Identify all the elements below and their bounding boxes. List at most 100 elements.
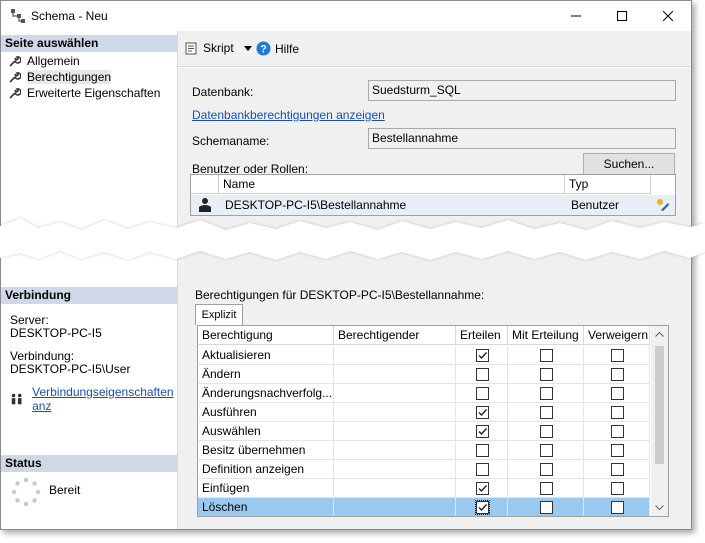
search-button[interactable]: Suchen... xyxy=(583,153,675,176)
grant-checkbox-cell xyxy=(456,498,508,516)
grant-checkbox[interactable] xyxy=(476,444,489,457)
help-button[interactable]: ? Hilfe xyxy=(256,41,299,56)
tab-explicit[interactable]: Explizit xyxy=(195,304,243,325)
script-label: Skript xyxy=(203,41,234,55)
grant-checkbox[interactable] xyxy=(476,368,489,381)
grant-checkbox-cell xyxy=(456,346,508,365)
with-grant-checkbox-cell xyxy=(508,498,584,516)
deny-checkbox[interactable] xyxy=(611,463,624,476)
deny-checkbox[interactable] xyxy=(611,482,624,495)
deny-checkbox[interactable] xyxy=(611,444,624,457)
table-row[interactable]: Definition anzeigen xyxy=(198,460,650,479)
with-grant-checkbox[interactable] xyxy=(540,463,553,476)
deny-checkbox-cell xyxy=(584,479,650,498)
minimize-button[interactable] xyxy=(553,1,599,31)
with-grant-checkbox[interactable] xyxy=(540,444,553,457)
close-icon xyxy=(663,11,673,21)
with-grant-checkbox[interactable] xyxy=(540,482,553,495)
users-grid: Name Typ DESKTOP-PC-I5\Bestellannahme Be… xyxy=(190,174,676,216)
grant-checkbox[interactable] xyxy=(476,482,489,495)
table-row[interactable]: Auswählen xyxy=(198,422,650,441)
permissions-grid: Berechtigung Berechtigender Erteilen Mit… xyxy=(197,325,669,517)
deny-checkbox-cell xyxy=(584,384,650,403)
grant-checkbox[interactable] xyxy=(475,500,490,515)
table-row[interactable]: Besitz übernehmen xyxy=(198,441,650,460)
page-general-label: Allgemein xyxy=(27,54,80,68)
with-grant-checkbox[interactable] xyxy=(540,387,553,400)
connection-properties-link[interactable]: Verbindungseigenschaften anz xyxy=(32,385,177,413)
users-col-name[interactable]: Name xyxy=(219,175,565,194)
progress-spinner-icon xyxy=(11,477,41,507)
permission-name-cell: Einfügen xyxy=(198,479,334,498)
perm-col-permission[interactable]: Berechtigung xyxy=(198,326,334,345)
chevron-up-icon xyxy=(655,332,664,337)
maximize-button[interactable] xyxy=(599,1,645,31)
page-permissions-label: Berechtigungen xyxy=(27,70,112,84)
schema-name-field[interactable]: Bestellannahme xyxy=(368,128,676,149)
scroll-up-button[interactable] xyxy=(651,326,668,343)
grant-checkbox[interactable] xyxy=(476,349,489,362)
grant-checkbox-cell xyxy=(456,479,508,498)
deny-checkbox[interactable] xyxy=(611,368,624,381)
db-permissions-link[interactable]: Datenbankberechtigungen anzeigen xyxy=(192,108,385,122)
wrench-icon xyxy=(9,72,21,83)
perm-col-with-grant[interactable]: Mit Erteilung xyxy=(508,326,584,345)
database-field: Suedsturm_SQL xyxy=(368,80,676,101)
deny-checkbox[interactable] xyxy=(611,387,624,400)
perm-col-grantor[interactable]: Berechtigender xyxy=(334,326,456,345)
deny-checkbox-cell xyxy=(584,422,650,441)
with-grant-checkbox[interactable] xyxy=(540,425,553,438)
table-row[interactable]: Ändern xyxy=(198,365,650,384)
deny-checkbox-cell xyxy=(584,441,650,460)
page-extended-properties[interactable]: Erweiterte Eigenschaften xyxy=(9,85,160,101)
maximize-icon xyxy=(617,11,627,21)
with-grant-checkbox-cell xyxy=(508,422,584,441)
table-row[interactable]: Löschen xyxy=(198,498,650,516)
table-row[interactable]: Aktualisieren xyxy=(198,346,650,365)
scroll-thumb[interactable] xyxy=(655,346,664,464)
with-grant-checkbox-cell xyxy=(508,346,584,365)
with-grant-checkbox[interactable] xyxy=(540,501,553,514)
connection-properties-row[interactable]: Verbindungseigenschaften anz xyxy=(10,385,177,413)
grant-checkbox[interactable] xyxy=(476,463,489,476)
page-permissions[interactable]: Berechtigungen xyxy=(9,69,112,85)
script-button[interactable]: Skript xyxy=(185,41,252,55)
users-col-type[interactable]: Typ xyxy=(565,175,651,194)
grantor-cell xyxy=(334,384,456,403)
grant-checkbox[interactable] xyxy=(476,387,489,400)
deny-checkbox[interactable] xyxy=(611,406,624,419)
table-row[interactable]: Einfügen xyxy=(198,479,650,498)
grant-checkbox[interactable] xyxy=(476,425,489,438)
vertical-scrollbar[interactable] xyxy=(651,326,668,516)
right-pane: Skript ? Hilfe Datenbank: Suedsturm_SQL … xyxy=(178,31,691,529)
close-button[interactable] xyxy=(645,1,691,31)
table-row[interactable]: Ausführen xyxy=(198,403,650,422)
grant-checkbox-cell xyxy=(456,384,508,403)
grantor-cell xyxy=(334,498,456,516)
wrench-icon xyxy=(9,88,21,99)
with-grant-checkbox[interactable] xyxy=(540,349,553,362)
title-bar[interactable]: Schema - Neu xyxy=(1,1,691,31)
grantor-cell xyxy=(334,422,456,441)
deny-checkbox-cell xyxy=(584,365,650,384)
torn-edge-decoration xyxy=(0,218,705,260)
user-properties-icon[interactable] xyxy=(655,197,670,212)
perm-col-deny[interactable]: Verweigern xyxy=(584,326,650,345)
grantor-cell xyxy=(334,441,456,460)
user-name-cell: DESKTOP-PC-I5\Bestellannahme xyxy=(225,198,407,212)
deny-checkbox[interactable] xyxy=(611,425,624,438)
with-grant-checkbox[interactable] xyxy=(540,368,553,381)
grant-checkbox[interactable] xyxy=(476,406,489,419)
grant-checkbox-cell xyxy=(456,422,508,441)
svg-text:?: ? xyxy=(260,44,267,56)
perm-col-grant[interactable]: Erteilen xyxy=(456,326,508,345)
with-grant-checkbox-cell xyxy=(508,365,584,384)
scroll-down-button[interactable] xyxy=(651,499,668,516)
help-icon: ? xyxy=(256,41,271,56)
with-grant-checkbox[interactable] xyxy=(540,406,553,419)
table-row[interactable]: Änderungsnachverfolg... xyxy=(198,384,650,403)
deny-checkbox[interactable] xyxy=(611,349,624,362)
page-general[interactable]: Allgemein xyxy=(9,53,80,69)
deny-checkbox[interactable] xyxy=(611,501,624,514)
select-page-header: Seite auswählen xyxy=(1,35,177,52)
